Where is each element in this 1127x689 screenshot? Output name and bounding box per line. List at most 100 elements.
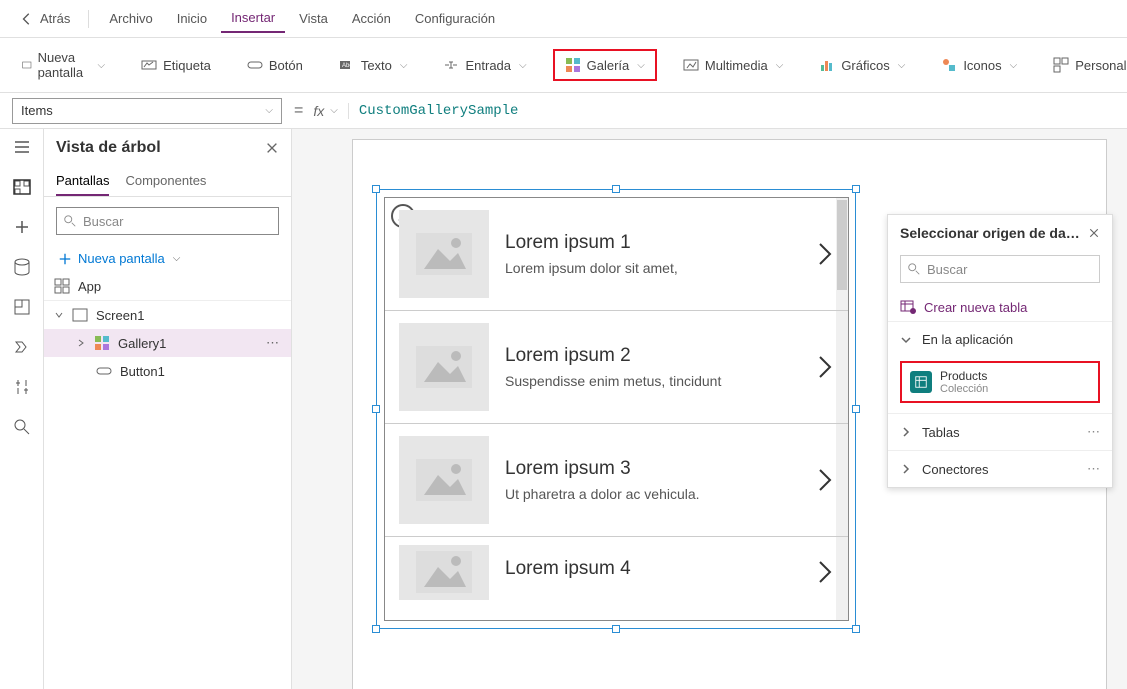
gallery-row[interactable]: Lorem ipsum 3Ut pharetra a dolor ac vehi…	[385, 424, 848, 537]
chevron-down-icon: ⌵	[519, 60, 527, 71]
gallery-control[interactable]: Lorem ipsum 1Lorem ipsum dolor sit amet,…	[384, 197, 849, 621]
ribbon-iconos[interactable]: Iconos ⌵	[931, 51, 1027, 79]
ribbon-multimedia[interactable]: Multimedia ⌵	[673, 51, 793, 79]
fx-icon: fx	[313, 103, 324, 119]
node-screen-label: Screen1	[96, 308, 144, 323]
chevron-right-icon[interactable]	[816, 466, 834, 494]
data-item-products[interactable]: Products Colección	[900, 361, 1100, 403]
app-icon	[54, 278, 70, 294]
data-item-subtitle: Colección	[940, 383, 988, 395]
node-app-label: App	[78, 279, 101, 294]
gallery-row[interactable]: Lorem ipsum 2Suspendisse enim metus, tin…	[385, 311, 848, 424]
resize-handle[interactable]	[852, 625, 860, 633]
menu-vista[interactable]: Vista	[289, 5, 338, 32]
ribbon-iconos-label: Iconos	[963, 58, 1001, 73]
close-icon[interactable]	[265, 141, 279, 155]
formula-input[interactable]: CustomGallerySample	[359, 103, 519, 119]
node-button1[interactable]: Button1	[44, 357, 291, 385]
add-screen-label: Nueva pantalla	[78, 251, 165, 266]
chevron-down-icon	[54, 310, 64, 320]
close-icon[interactable]	[1088, 227, 1100, 239]
add-screen-button[interactable]: Nueva pantalla ⌵	[44, 245, 291, 272]
data-search[interactable]: Buscar	[900, 255, 1100, 283]
section-in-app[interactable]: En la aplicación	[888, 321, 1112, 357]
gallery-icon	[94, 335, 110, 351]
ribbon-personalizado[interactable]: Personalizado ⌵	[1043, 51, 1127, 79]
more-icon[interactable]: ⋯	[1087, 424, 1100, 440]
custom-icon	[1053, 57, 1069, 73]
node-gallery1[interactable]: Gallery1 ⋯	[44, 329, 291, 357]
chevron-down-icon: ⌵	[776, 60, 784, 71]
resize-handle[interactable]	[612, 185, 620, 193]
back-button[interactable]: Atrás	[12, 7, 78, 30]
text-icon: Abc	[339, 57, 355, 73]
search-icon[interactable]	[12, 417, 32, 437]
gallery-row[interactable]: Lorem ipsum 4	[385, 537, 848, 607]
tree-search[interactable]: Buscar	[56, 207, 279, 235]
ribbon-nueva-pantalla-label: Nueva pantalla	[38, 50, 90, 80]
row-title: Lorem ipsum 2	[505, 345, 800, 367]
section-conectores[interactable]: Conectores ⋯	[888, 450, 1112, 487]
resize-handle[interactable]	[852, 185, 860, 193]
data-source-panel: Seleccionar origen de da… Buscar Crear n…	[887, 214, 1113, 488]
menu-config[interactable]: Configuración	[405, 5, 505, 32]
search-placeholder: Buscar	[83, 214, 123, 229]
node-screen1[interactable]: Screen1	[44, 300, 291, 329]
property-dropdown[interactable]: Items ⌵	[12, 98, 282, 124]
ribbon-boton[interactable]: Botón	[237, 51, 313, 79]
menubar: Atrás Archivo Inicio Insertar Vista Acci…	[0, 0, 1127, 38]
menu-archivo[interactable]: Archivo	[99, 5, 162, 32]
data-search-placeholder: Buscar	[927, 262, 967, 277]
plus-icon[interactable]	[12, 217, 32, 237]
gallery-row[interactable]: Lorem ipsum 1Lorem ipsum dolor sit amet,	[385, 198, 848, 311]
menu-inicio[interactable]: Inicio	[167, 5, 217, 32]
tab-pantallas[interactable]: Pantallas	[56, 167, 109, 196]
resize-handle[interactable]	[612, 625, 620, 633]
search-icon	[63, 214, 77, 228]
chevron-right-icon[interactable]	[816, 240, 834, 268]
collection-icon	[910, 371, 932, 393]
resize-handle[interactable]	[372, 185, 380, 193]
chevron-right-icon[interactable]	[816, 558, 834, 586]
chevron-right-icon	[76, 338, 86, 348]
more-icon[interactable]: ⋯	[266, 335, 281, 351]
ribbon-galeria[interactable]: Galería ⌵	[553, 49, 657, 81]
chevron-down-icon: ⌵	[1010, 60, 1018, 71]
media-icon[interactable]	[12, 297, 32, 317]
row-title: Lorem ipsum 4	[505, 558, 800, 580]
chevron-down-icon: ⌵	[98, 60, 106, 71]
node-gallery-label: Gallery1	[118, 336, 166, 351]
tools-icon[interactable]	[12, 377, 32, 397]
menu-accion[interactable]: Acción	[342, 5, 401, 32]
node-app[interactable]: App	[44, 272, 291, 300]
tree-icon[interactable]	[12, 177, 32, 197]
menu-insertar[interactable]: Insertar	[221, 4, 285, 33]
data-icon[interactable]	[12, 257, 32, 277]
flow-icon[interactable]	[12, 337, 32, 357]
resize-handle[interactable]	[852, 405, 860, 413]
section-tablas[interactable]: Tablas ⋯	[888, 413, 1112, 450]
back-label: Atrás	[40, 11, 70, 26]
tab-componentes[interactable]: Componentes	[125, 167, 206, 196]
button-icon	[247, 57, 263, 73]
label-icon	[141, 57, 157, 73]
ribbon-texto[interactable]: Abc Texto ⌵	[329, 51, 418, 79]
ribbon-graficos[interactable]: Gráficos ⌵	[809, 51, 915, 79]
chevron-down-icon: ⌵	[173, 253, 181, 264]
resize-handle[interactable]	[372, 625, 380, 633]
ribbon-etiqueta[interactable]: Etiqueta	[131, 51, 221, 79]
ribbon-nueva-pantalla[interactable]: Nueva pantalla ⌵	[12, 44, 115, 86]
ribbon-entrada[interactable]: Entrada ⌵	[433, 51, 536, 79]
tree-panel: Vista de árbol Pantallas Componentes Bus…	[44, 129, 292, 689]
hamburger-icon[interactable]	[12, 137, 32, 157]
svg-text:Abc: Abc	[342, 63, 352, 69]
chevron-right-icon[interactable]	[816, 353, 834, 381]
create-table-link[interactable]: Crear nueva tabla	[888, 293, 1112, 321]
resize-handle[interactable]	[372, 405, 380, 413]
image-placeholder-icon	[399, 436, 489, 524]
node-button-label: Button1	[120, 364, 165, 379]
canvas-area: Lorem ipsum 1Lorem ipsum dolor sit amet,…	[292, 129, 1127, 689]
ribbon-entrada-label: Entrada	[465, 58, 511, 73]
input-icon	[443, 57, 459, 73]
more-icon[interactable]: ⋯	[1087, 461, 1100, 477]
